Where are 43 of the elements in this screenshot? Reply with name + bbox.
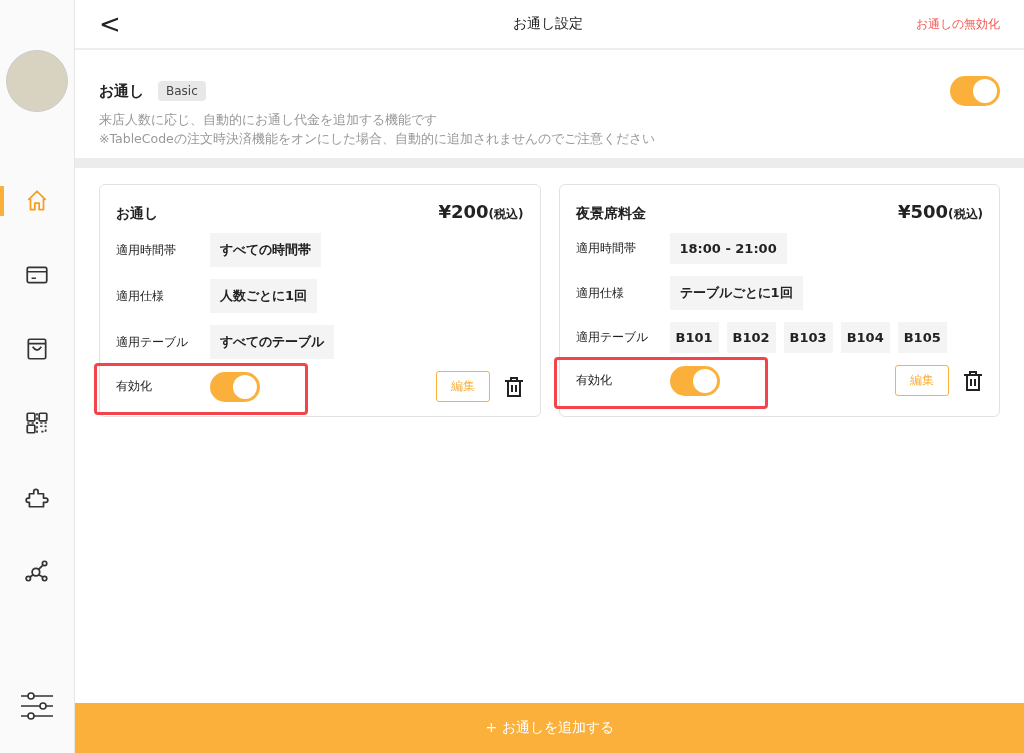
price: ¥200: [438, 201, 489, 222]
value-tag: B101: [669, 322, 719, 353]
sliders-icon[interactable]: [19, 691, 55, 721]
edit-button[interactable]: 編集: [895, 365, 949, 396]
network-icon: [24, 558, 50, 584]
tax-note: (税込): [488, 207, 524, 221]
feature-toggle[interactable]: [950, 76, 1000, 106]
value-tag: B104: [840, 322, 890, 353]
field-label: 適用テーブル: [575, 329, 649, 346]
price: ¥500: [897, 201, 949, 222]
trash-icon[interactable]: [503, 375, 524, 398]
disable-link[interactable]: お通しの無効化: [916, 15, 1000, 33]
value-tag: テーブルごとに1回: [669, 276, 803, 310]
value-tag: B105: [897, 322, 947, 353]
value-tag: 18:00 - 21:00: [669, 233, 787, 264]
enable-toggle[interactable]: [210, 371, 260, 402]
tax-note: (税込): [948, 207, 983, 221]
qr-code-icon: [24, 410, 50, 436]
value-tag: B102: [726, 322, 776, 353]
description-text: ※TableCodeの注文時決済機能をオンにした場合、自動的に追加されませんのでご注意ください: [99, 130, 656, 148]
field-label: 適用仕様: [575, 284, 625, 302]
edit-button[interactable]: 編集: [435, 371, 490, 402]
field-label: 適用時間帯: [575, 240, 637, 257]
value-tag: すべてのテーブル: [210, 325, 334, 359]
enable-label: 有効化: [116, 378, 153, 395]
plan-badge: Basic: [158, 81, 206, 101]
value-tag: 人数ごとに1回: [210, 279, 318, 313]
page-title: お通し設定: [512, 15, 583, 33]
add-button[interactable]: + お通しを追加する: [75, 703, 1024, 753]
trash-icon[interactable]: [963, 369, 983, 392]
enable-toggle[interactable]: [669, 365, 720, 396]
value-tag: すべての時間帯: [210, 233, 321, 267]
feature-title: お通し: [99, 81, 144, 101]
value-tag: B103: [783, 322, 833, 353]
enable-label: 有効化: [575, 372, 613, 389]
field-label: 適用テーブル: [116, 333, 189, 351]
field-label: 適用時間帯: [116, 241, 177, 259]
description-text: 来店人数に応じ、自動的にお通し代金を追加する機能です: [99, 111, 438, 129]
charge-name: お通し: [116, 205, 158, 223]
field-label: 適用仕様: [116, 287, 165, 305]
charge-name: 夜景席料金: [575, 205, 646, 223]
back-button[interactable]: <: [95, 9, 125, 39]
bag-icon: [24, 336, 50, 362]
